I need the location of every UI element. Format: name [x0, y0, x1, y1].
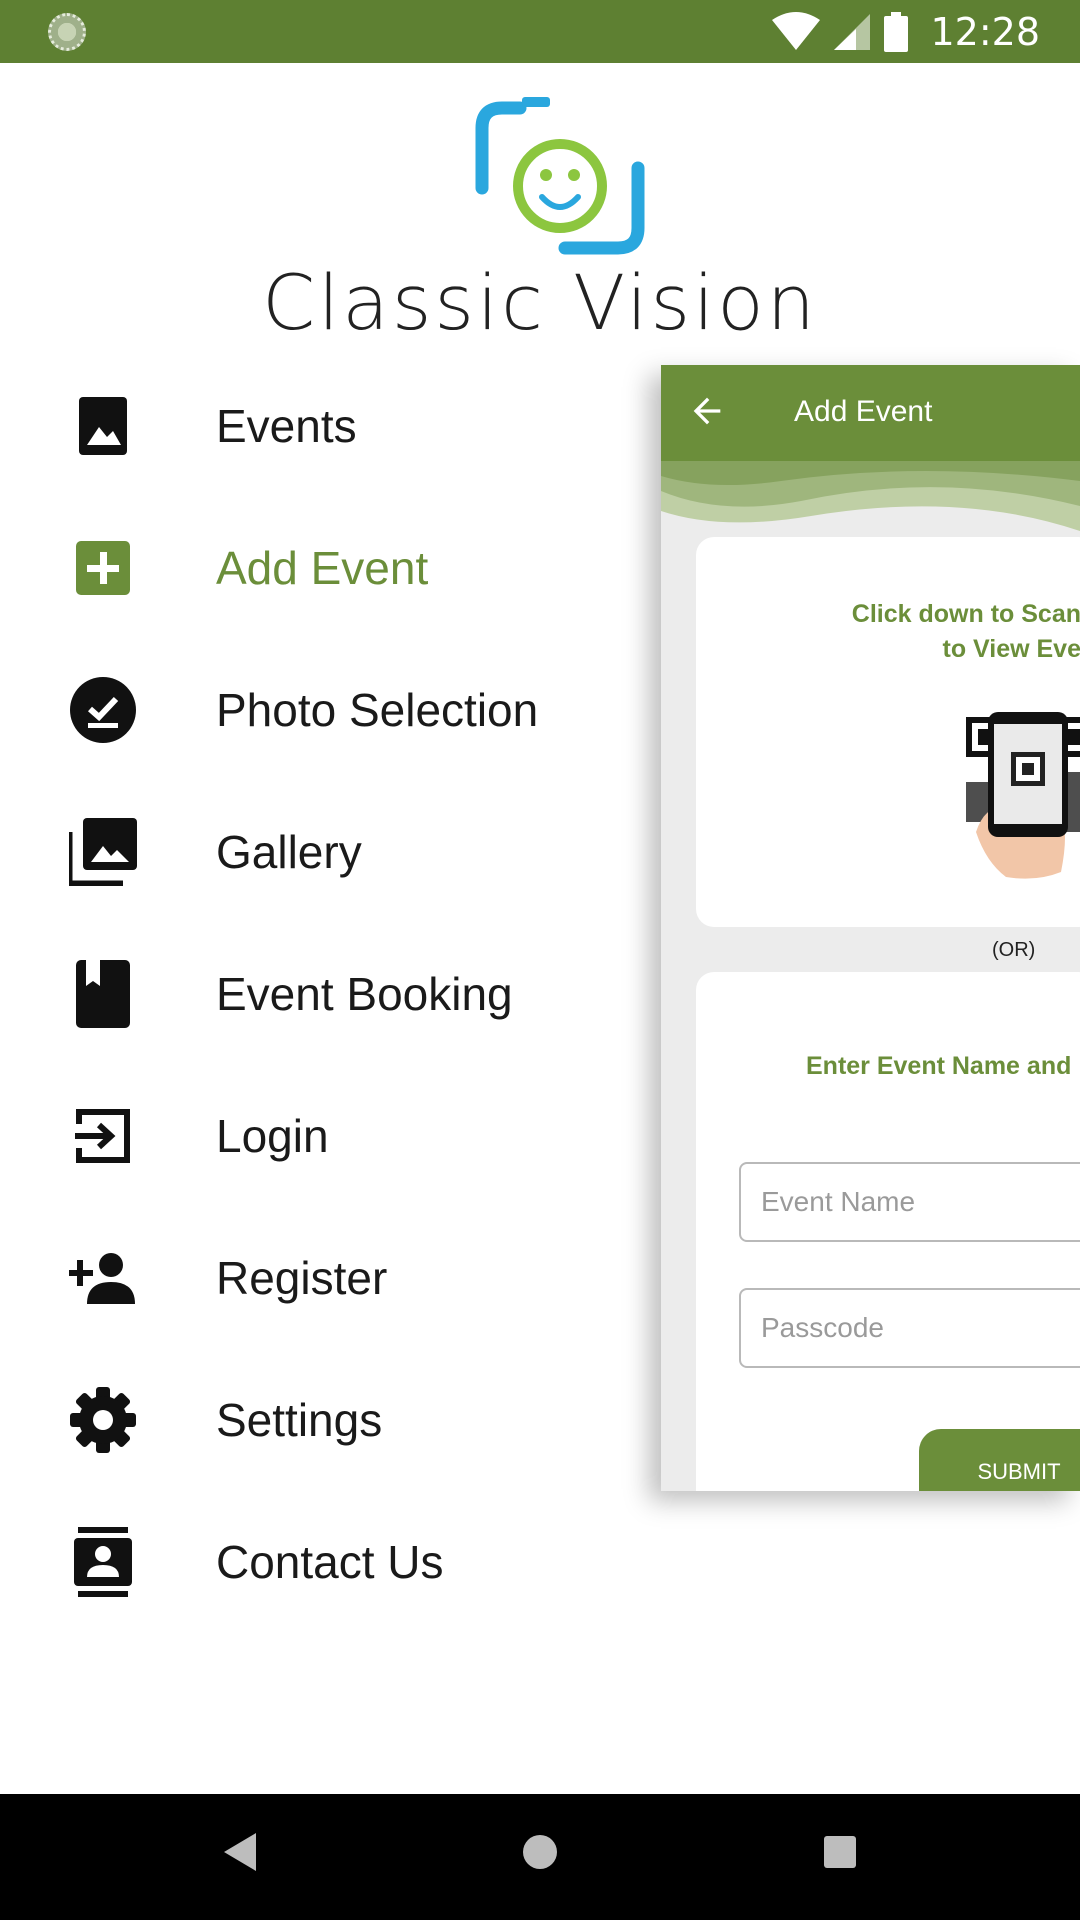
- status-bar: 12:28: [0, 0, 1080, 63]
- clock: 12:28: [930, 10, 1040, 54]
- menu-label: Add Event: [216, 541, 429, 594]
- back-arrow-icon[interactable]: [687, 391, 727, 431]
- menu-item-event-booking[interactable]: Event Booking: [0, 923, 660, 1065]
- menu-label: Gallery: [216, 825, 362, 878]
- navigation-drawer: Events Add Event Photo Selection Gallery…: [0, 355, 660, 1633]
- menu-label: Register: [216, 1251, 388, 1304]
- person-add-icon: [68, 1243, 138, 1313]
- menu-item-login[interactable]: Login: [0, 1065, 660, 1207]
- menu-label: Event Booking: [216, 967, 513, 1020]
- recents-nav-icon[interactable]: [822, 1831, 858, 1873]
- home-nav-icon[interactable]: [522, 1831, 558, 1873]
- menu-item-photo-selection[interactable]: Photo Selection: [0, 639, 660, 781]
- sync-icon: [48, 13, 86, 51]
- add-box-icon: [68, 533, 138, 603]
- drawer-header: Classic Vision: [0, 63, 1080, 353]
- brand-name: Classic Vision: [262, 258, 818, 347]
- menu-label: Settings: [216, 1393, 383, 1446]
- manual-entry-caption: Enter Event Name and: [806, 1052, 1072, 1080]
- system-nav-bar: [0, 1794, 1080, 1920]
- check-circle-icon: [68, 675, 138, 745]
- menu-label: Photo Selection: [216, 683, 539, 736]
- photo-icon: [68, 391, 138, 461]
- menu-label: Events: [216, 399, 357, 452]
- signal-icon: [834, 14, 871, 50]
- qr-scan-illustration: [966, 712, 1080, 879]
- book-icon: [68, 959, 138, 1029]
- manual-entry-card: Enter Event Name and Event Name Passcode: [696, 972, 1080, 1491]
- menu-label: Contact Us: [216, 1535, 444, 1588]
- login-icon: [68, 1101, 138, 1171]
- menu-item-gallery[interactable]: Gallery: [0, 781, 660, 923]
- wifi-icon: [772, 12, 821, 50]
- menu-item-contact-us[interactable]: Contact Us: [0, 1491, 660, 1633]
- back-nav-icon[interactable]: [222, 1831, 258, 1873]
- contacts-icon: [68, 1527, 138, 1597]
- passcode-field[interactable]: Passcode: [739, 1288, 1080, 1368]
- menu-item-add-event[interactable]: Add Event: [0, 497, 660, 639]
- menu-label: Login: [216, 1109, 329, 1162]
- app-bar: Add Event: [661, 365, 1080, 461]
- menu-item-events[interactable]: Events: [0, 355, 660, 497]
- menu-item-settings[interactable]: Settings: [0, 1349, 660, 1491]
- scan-caption: Click down to Scan to View Eve: [851, 600, 1080, 663]
- screen-title: Add Event: [794, 395, 933, 428]
- menu-item-register[interactable]: Register: [0, 1207, 660, 1349]
- scan-card[interactable]: Click down to Scan to View Eve: [696, 537, 1080, 927]
- classic-vision-logo: [475, 97, 645, 255]
- battery-icon: [884, 12, 909, 52]
- or-separator: (OR): [992, 939, 1036, 961]
- gear-icon: [68, 1385, 138, 1455]
- submit-button[interactable]: SUBMIT: [919, 1429, 1080, 1491]
- add-event-screen: Add Event Click down to Scan to View Eve…: [661, 365, 1080, 1491]
- photo-library-icon: [68, 817, 138, 887]
- status-icons: 12:28: [772, 8, 1040, 56]
- event-name-field[interactable]: Event Name: [739, 1162, 1080, 1242]
